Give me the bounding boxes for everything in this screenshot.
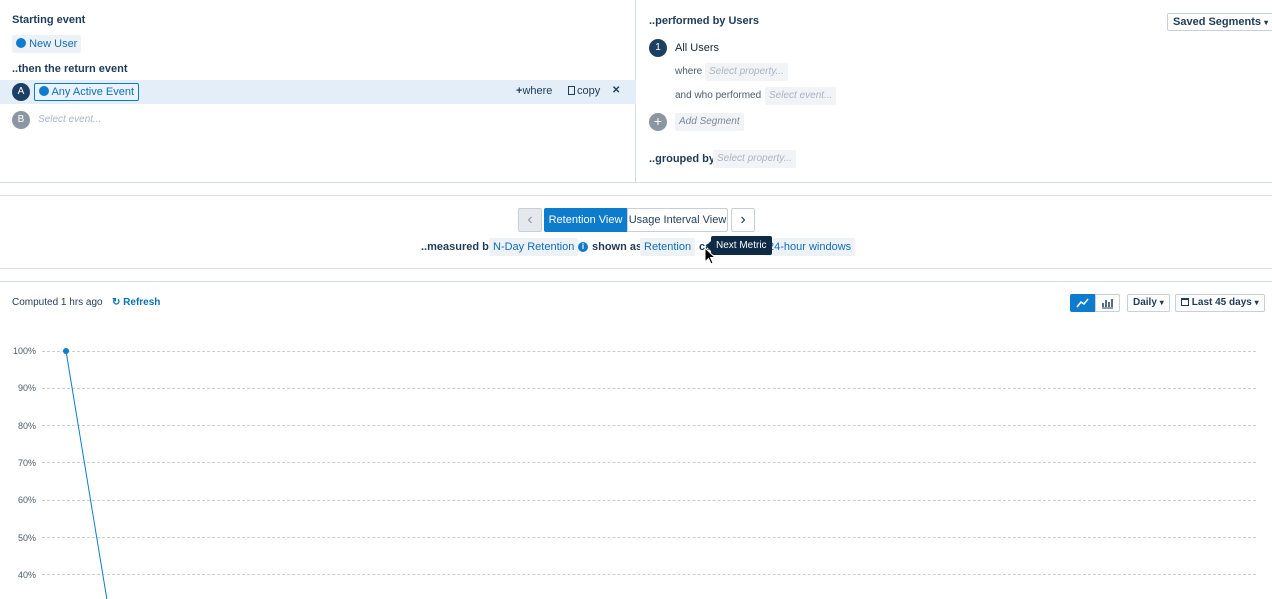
- refresh-button[interactable]: ↻ Refresh: [112, 297, 160, 308]
- chart-plot: [63, 348, 108, 599]
- date-range-value: Last 45 days: [1191, 297, 1252, 308]
- line-chart-icon: [1076, 298, 1089, 308]
- event-a-pill[interactable]: Any Active Event: [34, 83, 139, 101]
- where-label: where: [522, 85, 553, 97]
- starting-event-label: Starting event: [12, 14, 86, 26]
- divider: [0, 281, 1272, 282]
- prev-metric-button[interactable]: ‹: [518, 208, 542, 232]
- mouse-cursor-icon: [704, 247, 716, 265]
- event-b-input[interactable]: Select event...: [34, 111, 105, 129]
- chevron-down-icon: ▾: [1159, 298, 1164, 307]
- segment-where-label: where: [675, 66, 703, 77]
- divider: [0, 195, 1272, 196]
- info-icon[interactable]: i: [578, 242, 588, 252]
- saved-segments-button[interactable]: Saved Segments ▾: [1167, 13, 1272, 31]
- retention-view-tab[interactable]: Retention View: [544, 208, 627, 232]
- grouped-by-input[interactable]: Select property...: [713, 150, 796, 168]
- line-chart-toggle[interactable]: [1070, 294, 1095, 312]
- event-a-badge: A: [12, 83, 30, 101]
- measured-by-label: ..measured by: [421, 241, 495, 253]
- retention-series-line: [65, 350, 108, 599]
- segment-where-input[interactable]: Select property...: [705, 63, 788, 81]
- chevron-down-icon: ▾: [1264, 18, 1269, 27]
- retention-chart: 100% 90% 80% 70% 60% 50% 40%: [0, 330, 1272, 599]
- segments-panel: ..performed by Users Saved Segments ▾ 1 …: [637, 0, 1272, 183]
- refresh-label: Refresh: [123, 297, 161, 308]
- usage-interval-view-tab[interactable]: Usage Interval View: [627, 208, 728, 232]
- copy-icon: [568, 86, 575, 95]
- divider: [0, 182, 1272, 183]
- starting-event-value: New User: [29, 38, 78, 50]
- add-where-button[interactable]: +where: [516, 85, 552, 97]
- retention-data-point[interactable]: [63, 348, 69, 354]
- computed-status: Computed 1 hrs ago: [12, 297, 103, 308]
- event-row-a[interactable]: A Any Active Event +where copy ✕: [0, 80, 636, 104]
- interval-select[interactable]: Daily ▾: [1127, 294, 1170, 312]
- add-segment-icon[interactable]: +: [649, 113, 667, 131]
- chevron-down-icon: ▾: [1254, 298, 1259, 307]
- who-performed-input[interactable]: Select event...: [765, 87, 837, 105]
- add-segment-button[interactable]: Add Segment: [675, 113, 744, 131]
- measured-by-select[interactable]: N-Day Retention: [489, 238, 579, 256]
- copy-label: copy: [577, 85, 601, 97]
- segment-name[interactable]: All Users: [675, 42, 719, 54]
- who-performed-label: and who performed: [675, 90, 762, 101]
- divider: [0, 268, 1272, 269]
- date-range-select[interactable]: Last 45 days ▾: [1175, 294, 1265, 312]
- refresh-icon: ↻: [112, 297, 121, 308]
- copy-button[interactable]: copy: [568, 85, 600, 97]
- saved-segments-label: Saved Segments: [1173, 16, 1262, 28]
- shown-as-select[interactable]: Retention: [640, 238, 696, 256]
- grouped-by-label: ..grouped by: [649, 153, 715, 165]
- interval-value: Daily: [1133, 297, 1157, 308]
- segment-badge: 1: [649, 39, 667, 57]
- event-b-badge: B: [12, 111, 30, 129]
- next-metric-tooltip: Next Metric: [711, 236, 772, 255]
- calendar-icon: [1181, 298, 1189, 306]
- shown-as-label: shown as: [592, 241, 643, 253]
- bar-chart-icon: [1102, 299, 1113, 309]
- bar-chart-toggle[interactable]: [1095, 294, 1120, 312]
- return-event-label: ..then the return event: [12, 63, 128, 75]
- close-icon[interactable]: ✕: [612, 85, 620, 96]
- starting-event-pill[interactable]: New User: [12, 35, 82, 53]
- event-a-value: Any Active Event: [51, 86, 134, 98]
- events-panel: Starting event New User ..then the retur…: [0, 0, 636, 183]
- event-globe-icon: [39, 86, 49, 96]
- performed-by-label: ..performed by Users: [649, 15, 760, 27]
- next-metric-button[interactable]: ›: [731, 208, 755, 232]
- event-globe-icon: [16, 38, 26, 48]
- windows-select[interactable]: 24-hour windows: [764, 238, 856, 256]
